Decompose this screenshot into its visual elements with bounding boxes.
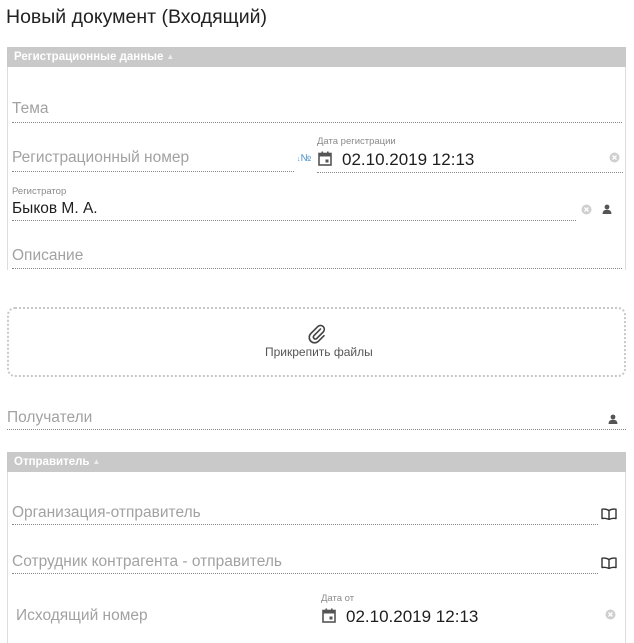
collapse-caret-icon: ▲ bbox=[92, 457, 101, 466]
recipients-underline bbox=[7, 429, 626, 430]
user-icon[interactable] bbox=[602, 204, 612, 214]
paperclip-icon bbox=[308, 324, 326, 344]
subject-field[interactable]: Тема bbox=[12, 100, 622, 124]
description-underline bbox=[12, 268, 622, 269]
employee-field[interactable]: Сотрудник контрагента - отправитель bbox=[12, 553, 598, 577]
numbering-icon[interactable]: ↓№ bbox=[297, 153, 313, 165]
organization-field[interactable]: Организация-отправитель bbox=[12, 504, 598, 528]
reg-number-placeholder: Регистрационный номер bbox=[12, 149, 190, 166]
reg-number-underline bbox=[12, 171, 294, 172]
outgoing-number-field[interactable]: Исходящий номер bbox=[16, 607, 298, 631]
clear-icon[interactable] bbox=[581, 204, 592, 215]
description-placeholder: Описание bbox=[12, 247, 84, 264]
recipients-field[interactable]: Получатели bbox=[7, 409, 626, 433]
registration-panel-title: Регистрационные данные bbox=[14, 51, 164, 63]
attach-files-dropzone[interactable]: Прикрепить файлы bbox=[7, 307, 626, 377]
registrar-label: Регистратор bbox=[12, 186, 67, 197]
organization-placeholder: Организация-отправитель bbox=[12, 504, 201, 521]
organization-underline bbox=[12, 524, 598, 525]
book-icon[interactable] bbox=[601, 557, 617, 569]
calendar-icon[interactable] bbox=[318, 151, 332, 166]
book-icon[interactable] bbox=[601, 508, 617, 520]
date-from-label: Дата от bbox=[321, 593, 355, 604]
registrar-value: Быков М. А. bbox=[12, 200, 98, 217]
reg-date-value: 02.10.2019 12:13 bbox=[342, 150, 475, 169]
reg-date-underline bbox=[317, 172, 623, 173]
subject-underline bbox=[12, 122, 622, 123]
sender-panel-title: Отправитель bbox=[14, 456, 90, 468]
employee-underline bbox=[12, 573, 598, 574]
collapse-caret-icon: ▲ bbox=[166, 52, 175, 61]
attach-files-label: Прикрепить файлы bbox=[265, 345, 373, 359]
clear-icon[interactable] bbox=[609, 152, 620, 163]
reg-date-label: Дата регистрации bbox=[317, 136, 396, 147]
description-field[interactable]: Описание bbox=[12, 247, 622, 271]
user-icon[interactable] bbox=[608, 414, 618, 424]
registration-panel-header[interactable]: Регистрационные данные ▲ bbox=[7, 47, 626, 67]
clear-icon[interactable] bbox=[605, 609, 616, 620]
registrar-field[interactable]: Быков М. А. bbox=[12, 199, 576, 223]
page-title: Новый документ (Входящий) bbox=[6, 6, 267, 28]
sender-panel-header[interactable]: Отправитель ▲ bbox=[7, 452, 626, 472]
reg-number-field[interactable]: Регистрационный номер bbox=[12, 149, 294, 173]
reg-date-field[interactable]: 02.10.2019 12:13 bbox=[317, 150, 623, 174]
registrar-underline bbox=[12, 220, 576, 221]
employee-placeholder: Сотрудник контрагента - отправитель bbox=[12, 553, 282, 570]
date-from-field[interactable]: 02.10.2019 12:13 bbox=[321, 607, 623, 631]
calendar-icon[interactable] bbox=[322, 608, 336, 623]
recipients-placeholder: Получатели bbox=[7, 409, 93, 426]
outgoing-number-placeholder: Исходящий номер bbox=[16, 607, 148, 624]
date-from-value: 02.10.2019 12:13 bbox=[346, 607, 479, 626]
subject-placeholder: Тема bbox=[12, 100, 49, 117]
